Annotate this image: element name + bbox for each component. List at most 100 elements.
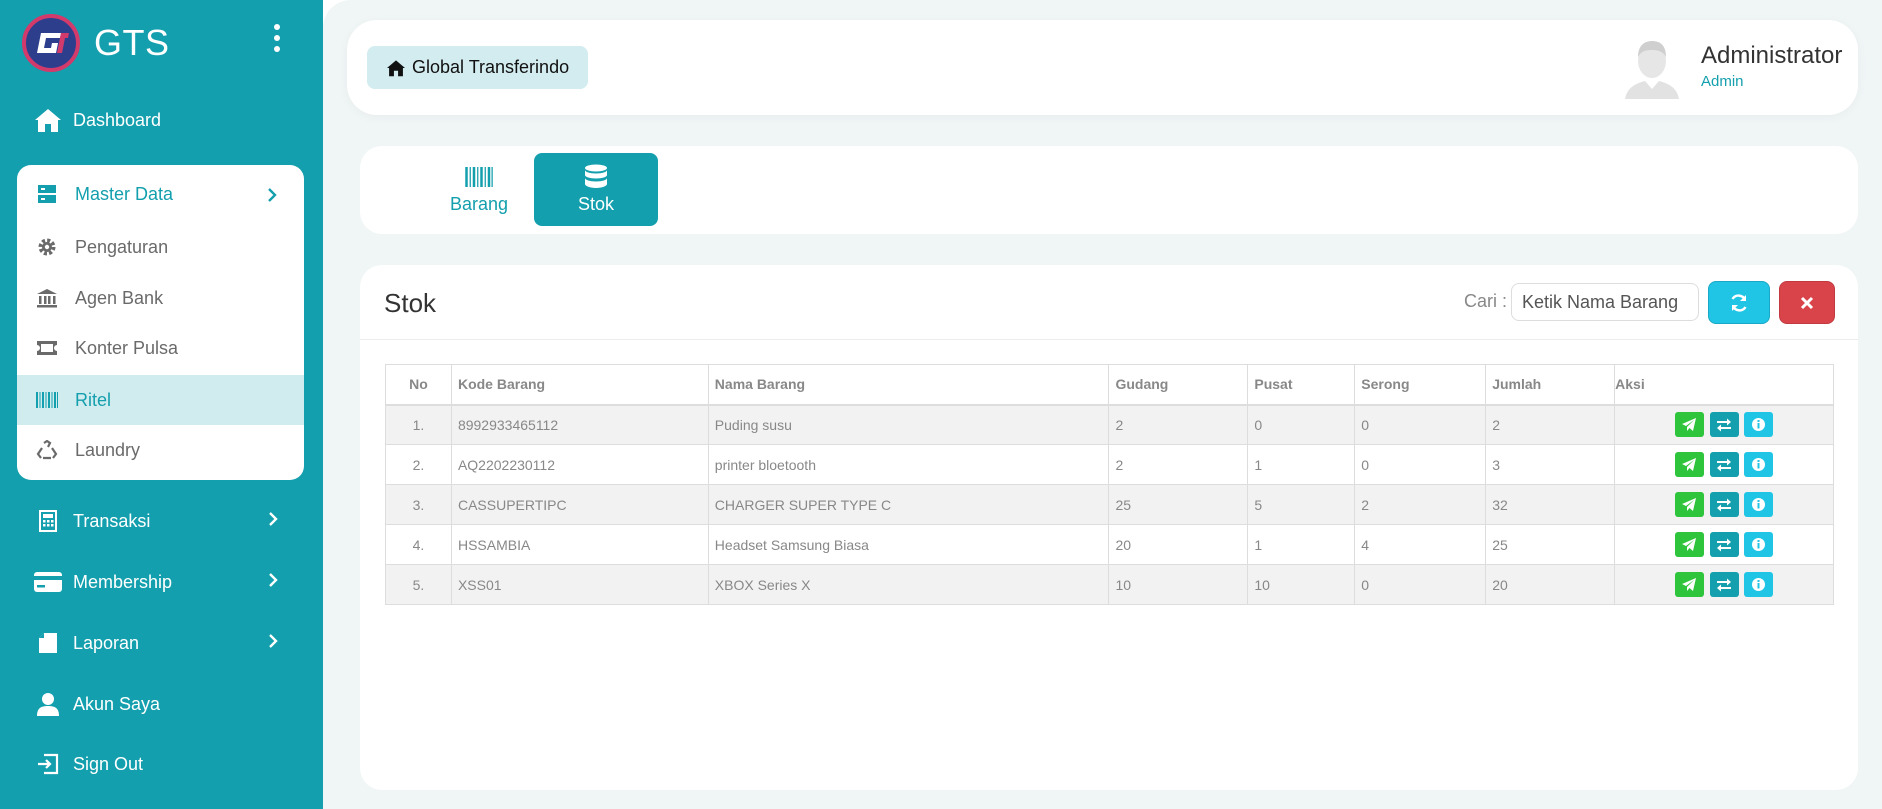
calculator-icon xyxy=(34,507,62,535)
send-button[interactable] xyxy=(1674,572,1704,597)
avatar[interactable] xyxy=(1623,37,1681,99)
column-header[interactable]: Serong xyxy=(1354,364,1487,406)
nav-sign-out[interactable]: Sign Out xyxy=(34,744,294,784)
sidebar-item-laundry[interactable]: Laundry xyxy=(17,425,304,475)
clear-search-button[interactable] xyxy=(1779,281,1835,324)
nav-laporan-label: Laporan xyxy=(73,632,140,653)
sidebar-item-label: Laundry xyxy=(75,439,141,460)
sidebar-item-label: Ritel xyxy=(75,389,112,410)
cell-kode-barang: HSSAMBIA xyxy=(450,524,709,565)
send-button[interactable] xyxy=(1674,532,1704,557)
cell-no: 2. xyxy=(385,444,452,485)
exchange-icon xyxy=(1716,538,1732,552)
transfer-button[interactable] xyxy=(1709,532,1739,557)
info-button[interactable] xyxy=(1744,492,1774,517)
info-button[interactable] xyxy=(1744,452,1774,477)
nav-transaksi[interactable]: Transaksi xyxy=(34,501,294,541)
nav-sign-out-label: Sign Out xyxy=(73,753,144,774)
brand: GTS xyxy=(22,14,170,72)
cell-serong: 2 xyxy=(1354,484,1487,525)
cell-pusat: 10 xyxy=(1247,564,1356,605)
paper-plane-icon xyxy=(1681,497,1697,512)
cell-jumlah: 20 xyxy=(1485,564,1616,605)
exchange-icon xyxy=(1716,498,1732,512)
sidebar-item-ritel[interactable]: Ritel xyxy=(17,375,304,425)
exchange-icon xyxy=(1716,458,1732,472)
column-header[interactable]: Pusat xyxy=(1247,364,1356,406)
cell-serong: 0 xyxy=(1354,564,1487,605)
transfer-button[interactable] xyxy=(1709,492,1739,517)
more-menu-icon[interactable] xyxy=(268,24,286,58)
refresh-icon xyxy=(1729,293,1749,313)
info-button[interactable] xyxy=(1744,412,1774,438)
column-header[interactable]: Nama Barang xyxy=(707,364,1110,406)
sidebar-item-pengaturan[interactable]: Pengaturan xyxy=(17,222,304,272)
close-icon xyxy=(1800,296,1814,310)
tab-barang[interactable]: Barang xyxy=(417,153,541,226)
stok-table: No Kode Barang Nama Barang Gudang Pusat … xyxy=(385,364,1834,605)
search-input[interactable] xyxy=(1511,283,1699,321)
nav-transaksi-label: Transaksi xyxy=(73,510,151,531)
nav-master-data[interactable]: Master Data xyxy=(17,169,304,219)
info-button[interactable] xyxy=(1744,532,1774,557)
home-breadcrumb-button[interactable]: Global Transferindo xyxy=(367,46,589,89)
info-button[interactable] xyxy=(1744,572,1774,597)
send-button[interactable] xyxy=(1674,492,1704,517)
transfer-button[interactable] xyxy=(1709,572,1739,597)
bank-icon xyxy=(33,284,61,312)
info-icon xyxy=(1751,497,1766,512)
cell-jumlah: 25 xyxy=(1485,524,1616,565)
nav-master-data-label: Master Data xyxy=(75,183,174,204)
cell-gudang: 20 xyxy=(1108,524,1249,565)
cell-aksi xyxy=(1614,564,1834,605)
home-icon xyxy=(34,106,62,134)
table-row: 3. CASSUPERTIPC CHARGER SUPER TYPE C 25 … xyxy=(385,484,1834,525)
info-icon xyxy=(1751,417,1766,432)
tab-stok[interactable]: Stok xyxy=(534,153,658,226)
user-role: Admin xyxy=(1701,73,1744,90)
nav-membership-label: Membership xyxy=(73,571,173,592)
cell-pusat: 1 xyxy=(1247,444,1356,485)
cell-kode-barang: XSS01 xyxy=(450,564,709,605)
sidebar-item-label: Pengaturan xyxy=(75,236,169,257)
table-row: 2. AQ2202230112 printer bloetooth 2 1 0 … xyxy=(385,444,1834,485)
transfer-button[interactable] xyxy=(1709,412,1739,438)
logo xyxy=(22,14,80,72)
cell-gudang: 10 xyxy=(1108,564,1249,605)
column-header: Aksi xyxy=(1614,364,1834,406)
stok-card: Stok Cari : No Kode Barang Nama Bara xyxy=(360,265,1858,790)
barcode-icon xyxy=(465,164,493,190)
column-header[interactable]: No xyxy=(385,364,452,406)
send-button[interactable] xyxy=(1674,412,1704,438)
cell-no: 4. xyxy=(385,524,452,565)
table-row: 1. 8992933465112 Puding susu 2 0 0 2 xyxy=(385,404,1834,445)
column-header[interactable]: Jumlah xyxy=(1485,364,1616,406)
paper-plane-icon xyxy=(1681,457,1697,472)
nav-akun-saya-label: Akun Saya xyxy=(73,693,161,714)
cell-nama-barang: XBOX Series X xyxy=(707,564,1110,605)
cell-no: 5. xyxy=(385,564,452,605)
topbar: Global Transferindo Administrator Admin xyxy=(347,20,1858,115)
cell-serong: 4 xyxy=(1354,524,1487,565)
column-header[interactable]: Kode Barang xyxy=(450,364,709,406)
user-name: Administrator xyxy=(1701,42,1843,69)
nav-akun-saya[interactable]: Akun Saya xyxy=(34,684,294,724)
sidebar-item-agen-bank[interactable]: Agen Bank xyxy=(17,273,304,323)
transfer-button[interactable] xyxy=(1709,452,1739,477)
sidebar-item-konter-pulsa[interactable]: Konter Pulsa xyxy=(17,323,304,373)
table-row: 4. HSSAMBIA Headset Samsung Biasa 20 1 4… xyxy=(385,524,1834,565)
nav-membership[interactable]: Membership xyxy=(34,562,294,602)
chevron-right-icon xyxy=(268,572,278,593)
cell-nama-barang: printer bloetooth xyxy=(707,444,1110,485)
tab-stok-label: Stok xyxy=(577,194,615,214)
refresh-button[interactable] xyxy=(1708,281,1770,324)
nav-laporan[interactable]: Laporan xyxy=(34,623,294,663)
cell-kode-barang: AQ2202230112 xyxy=(450,444,709,485)
nav-dashboard[interactable]: Dashboard xyxy=(34,100,294,140)
column-header[interactable]: Gudang xyxy=(1108,364,1249,406)
recycle-icon xyxy=(33,436,61,464)
search-label: Cari : xyxy=(1464,291,1508,311)
cell-aksi xyxy=(1614,484,1834,525)
table-row: 5. XSS01 XBOX Series X 10 10 0 20 xyxy=(385,564,1834,605)
send-button[interactable] xyxy=(1674,452,1704,477)
